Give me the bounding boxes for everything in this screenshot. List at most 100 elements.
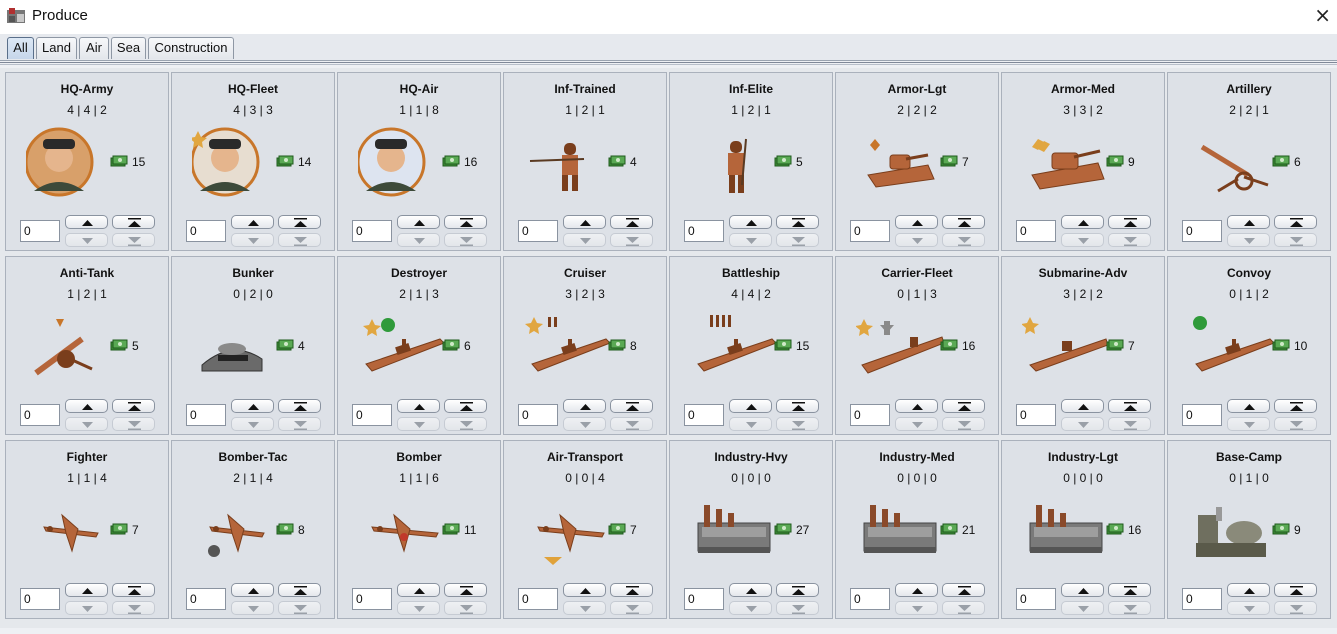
increment-button[interactable] — [65, 215, 108, 229]
decrement-button[interactable] — [65, 601, 108, 615]
increment-button[interactable] — [895, 215, 938, 229]
increment-max-button[interactable] — [776, 399, 819, 413]
decrement-button[interactable] — [65, 417, 108, 431]
increment-max-button[interactable] — [610, 215, 653, 229]
tab-air[interactable]: Air — [79, 37, 109, 59]
increment-max-button[interactable] — [776, 215, 819, 229]
decrement-button[interactable] — [397, 601, 440, 615]
decrement-button[interactable] — [729, 601, 772, 615]
decrement-min-button[interactable] — [112, 233, 155, 247]
quantity-field[interactable]: 0 — [20, 588, 60, 610]
increment-button[interactable] — [231, 215, 274, 229]
decrement-min-button[interactable] — [942, 233, 985, 247]
decrement-min-button[interactable] — [942, 601, 985, 615]
quantity-field[interactable]: 0 — [1182, 220, 1222, 242]
decrement-button[interactable] — [1227, 417, 1270, 431]
increment-max-button[interactable] — [112, 215, 155, 229]
increment-button[interactable] — [231, 583, 274, 597]
increment-max-button[interactable] — [1274, 399, 1317, 413]
increment-button[interactable] — [563, 583, 606, 597]
increment-max-button[interactable] — [278, 215, 321, 229]
quantity-field[interactable]: 0 — [684, 220, 724, 242]
decrement-min-button[interactable] — [1274, 417, 1317, 431]
decrement-min-button[interactable] — [278, 417, 321, 431]
increment-max-button[interactable] — [776, 583, 819, 597]
increment-max-button[interactable] — [610, 583, 653, 597]
decrement-min-button[interactable] — [942, 417, 985, 431]
decrement-min-button[interactable] — [610, 233, 653, 247]
increment-max-button[interactable] — [942, 583, 985, 597]
increment-max-button[interactable] — [1108, 215, 1151, 229]
decrement-button[interactable] — [1061, 233, 1104, 247]
decrement-button[interactable] — [1227, 233, 1270, 247]
decrement-min-button[interactable] — [1108, 233, 1151, 247]
quantity-field[interactable]: 0 — [1016, 404, 1056, 426]
quantity-field[interactable]: 0 — [186, 588, 226, 610]
close-icon[interactable]: × — [1314, 4, 1331, 26]
increment-button[interactable] — [1227, 583, 1270, 597]
increment-button[interactable] — [729, 583, 772, 597]
increment-max-button[interactable] — [1108, 399, 1151, 413]
increment-button[interactable] — [563, 215, 606, 229]
quantity-field[interactable]: 0 — [684, 588, 724, 610]
increment-max-button[interactable] — [942, 215, 985, 229]
quantity-field[interactable]: 0 — [186, 404, 226, 426]
decrement-button[interactable] — [1061, 417, 1104, 431]
increment-max-button[interactable] — [112, 583, 155, 597]
increment-button[interactable] — [1061, 583, 1104, 597]
decrement-min-button[interactable] — [776, 233, 819, 247]
increment-max-button[interactable] — [444, 399, 487, 413]
increment-button[interactable] — [1061, 215, 1104, 229]
increment-button[interactable] — [397, 399, 440, 413]
decrement-min-button[interactable] — [278, 601, 321, 615]
increment-max-button[interactable] — [610, 399, 653, 413]
increment-max-button[interactable] — [1274, 215, 1317, 229]
decrement-button[interactable] — [563, 233, 606, 247]
tab-all[interactable]: All — [7, 37, 34, 59]
increment-button[interactable] — [1061, 399, 1104, 413]
quantity-field[interactable]: 0 — [20, 404, 60, 426]
increment-max-button[interactable] — [278, 399, 321, 413]
decrement-min-button[interactable] — [1108, 601, 1151, 615]
quantity-field[interactable]: 0 — [1016, 220, 1056, 242]
decrement-button[interactable] — [563, 601, 606, 615]
decrement-min-button[interactable] — [776, 601, 819, 615]
decrement-button[interactable] — [895, 417, 938, 431]
decrement-min-button[interactable] — [1108, 417, 1151, 431]
decrement-button[interactable] — [231, 601, 274, 615]
tab-construction[interactable]: Construction — [148, 37, 234, 59]
increment-button[interactable] — [1227, 399, 1270, 413]
increment-button[interactable] — [729, 399, 772, 413]
increment-max-button[interactable] — [444, 583, 487, 597]
increment-button[interactable] — [563, 399, 606, 413]
quantity-field[interactable]: 0 — [518, 404, 558, 426]
increment-button[interactable] — [397, 215, 440, 229]
increment-max-button[interactable] — [1274, 583, 1317, 597]
increment-max-button[interactable] — [444, 215, 487, 229]
increment-max-button[interactable] — [1108, 583, 1151, 597]
quantity-field[interactable]: 0 — [20, 220, 60, 242]
quantity-field[interactable]: 0 — [352, 404, 392, 426]
decrement-button[interactable] — [1227, 601, 1270, 615]
increment-button[interactable] — [65, 583, 108, 597]
tab-sea[interactable]: Sea — [111, 37, 146, 59]
increment-button[interactable] — [231, 399, 274, 413]
decrement-button[interactable] — [65, 233, 108, 247]
decrement-button[interactable] — [231, 417, 274, 431]
decrement-min-button[interactable] — [112, 601, 155, 615]
decrement-min-button[interactable] — [610, 417, 653, 431]
increment-button[interactable] — [895, 583, 938, 597]
decrement-button[interactable] — [1061, 601, 1104, 615]
quantity-field[interactable]: 0 — [850, 220, 890, 242]
decrement-button[interactable] — [231, 233, 274, 247]
decrement-button[interactable] — [895, 233, 938, 247]
quantity-field[interactable]: 0 — [352, 588, 392, 610]
decrement-min-button[interactable] — [444, 417, 487, 431]
increment-button[interactable] — [895, 399, 938, 413]
quantity-field[interactable]: 0 — [850, 588, 890, 610]
increment-max-button[interactable] — [278, 583, 321, 597]
quantity-field[interactable]: 0 — [1182, 588, 1222, 610]
decrement-min-button[interactable] — [610, 601, 653, 615]
quantity-field[interactable]: 0 — [850, 404, 890, 426]
tab-land[interactable]: Land — [36, 37, 77, 59]
